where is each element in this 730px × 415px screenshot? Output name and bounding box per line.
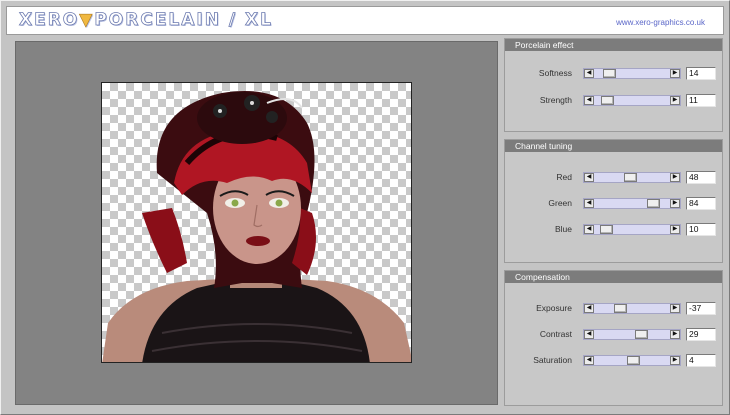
title-banner: XERO▼PORCELAIN / XL www.xero-graphics.co…: [6, 6, 724, 35]
arrow-left-icon[interactable]: ◀: [584, 96, 594, 105]
slider-thumb[interactable]: [624, 173, 638, 182]
arrow-right-icon[interactable]: ▶: [670, 356, 680, 365]
softness-slider[interactable]: ◀ ▶: [583, 68, 681, 79]
exposure-row: Exposure ◀ ▶ -37: [505, 302, 724, 316]
softness-value[interactable]: 14: [686, 67, 716, 80]
green-row: Green ◀ ▶ 84: [505, 197, 724, 211]
blue-label: Blue: [554, 224, 572, 234]
contrast-row: Contrast ◀ ▶ 29: [505, 328, 724, 342]
group-channel-tuning: Channel tuning Red ◀ ▶ 48 Green ◀ ▶ 84 B…: [504, 139, 723, 263]
plugin-window: XERO▼PORCELAIN / XL www.xero-graphics.co…: [0, 0, 730, 415]
logo-text-part1: XERO: [19, 10, 80, 31]
exposure-value[interactable]: -37: [686, 302, 716, 315]
preview-panel: [15, 41, 498, 405]
red-value[interactable]: 48: [686, 171, 716, 184]
strength-label: Strength: [539, 95, 572, 105]
arrow-left-icon[interactable]: ◀: [584, 330, 594, 339]
arrow-left-icon[interactable]: ◀: [584, 69, 594, 78]
logo-text-part2: PORCELAIN / XL: [94, 10, 273, 31]
blue-value[interactable]: 10: [686, 223, 716, 236]
website-link[interactable]: www.xero-graphics.co.uk: [616, 18, 705, 27]
blue-slider[interactable]: ◀ ▶: [583, 224, 681, 235]
group-title: Porcelain effect: [505, 39, 722, 51]
red-row: Red ◀ ▶ 48: [505, 171, 724, 185]
contrast-slider[interactable]: ◀ ▶: [583, 329, 681, 340]
slider-thumb[interactable]: [600, 225, 614, 234]
green-slider[interactable]: ◀ ▶: [583, 198, 681, 209]
arrow-left-icon[interactable]: ◀: [584, 173, 594, 182]
strength-slider[interactable]: ◀ ▶: [583, 95, 681, 106]
exposure-label: Exposure: [536, 303, 572, 313]
saturation-row: Saturation ◀ ▶ 4: [505, 354, 724, 368]
app-logo: XERO▼PORCELAIN / XL: [19, 10, 273, 31]
slider-thumb[interactable]: [634, 330, 648, 339]
softness-row: Softness ◀ ▶ 14: [505, 67, 724, 81]
slider-thumb[interactable]: [626, 356, 640, 365]
logo-gem-icon: ▼: [79, 10, 95, 31]
contrast-label: Contrast: [539, 329, 572, 339]
group-compensation: Compensation Exposure ◀ ▶ -37 Contrast ◀…: [504, 270, 723, 406]
blue-row: Blue ◀ ▶ 10: [505, 223, 724, 237]
slider-thumb[interactable]: [600, 96, 614, 105]
exposure-slider[interactable]: ◀ ▶: [583, 303, 681, 314]
saturation-value[interactable]: 4: [686, 354, 716, 367]
red-slider[interactable]: ◀ ▶: [583, 172, 681, 183]
arrow-right-icon[interactable]: ▶: [670, 96, 680, 105]
arrow-right-icon[interactable]: ▶: [670, 330, 680, 339]
arrow-right-icon[interactable]: ▶: [670, 69, 680, 78]
arrow-left-icon[interactable]: ◀: [584, 199, 594, 208]
slider-thumb[interactable]: [646, 199, 660, 208]
contrast-value[interactable]: 29: [686, 328, 716, 341]
strength-value[interactable]: 11: [686, 94, 716, 107]
portrait-figure: [102, 91, 411, 362]
group-title: Channel tuning: [505, 140, 722, 152]
slider-thumb[interactable]: [613, 304, 627, 313]
red-label: Red: [556, 172, 572, 182]
saturation-label: Saturation: [533, 355, 572, 365]
group-porcelain-effect: Porcelain effect Softness ◀ ▶ 14 Strengt…: [504, 38, 723, 132]
softness-label: Softness: [538, 68, 572, 78]
preview-image[interactable]: [101, 82, 412, 363]
slider-thumb[interactable]: [602, 69, 616, 78]
group-title: Compensation: [505, 271, 722, 283]
arrow-right-icon[interactable]: ▶: [670, 304, 680, 313]
green-label: Green: [548, 198, 572, 208]
strength-row: Strength ◀ ▶ 11: [505, 94, 724, 108]
arrow-right-icon[interactable]: ▶: [670, 199, 680, 208]
arrow-left-icon[interactable]: ◀: [584, 304, 594, 313]
green-value[interactable]: 84: [686, 197, 716, 210]
arrow-right-icon[interactable]: ▶: [670, 173, 680, 182]
arrow-left-icon[interactable]: ◀: [584, 356, 594, 365]
saturation-slider[interactable]: ◀ ▶: [583, 355, 681, 366]
arrow-right-icon[interactable]: ▶: [670, 225, 680, 234]
arrow-left-icon[interactable]: ◀: [584, 225, 594, 234]
